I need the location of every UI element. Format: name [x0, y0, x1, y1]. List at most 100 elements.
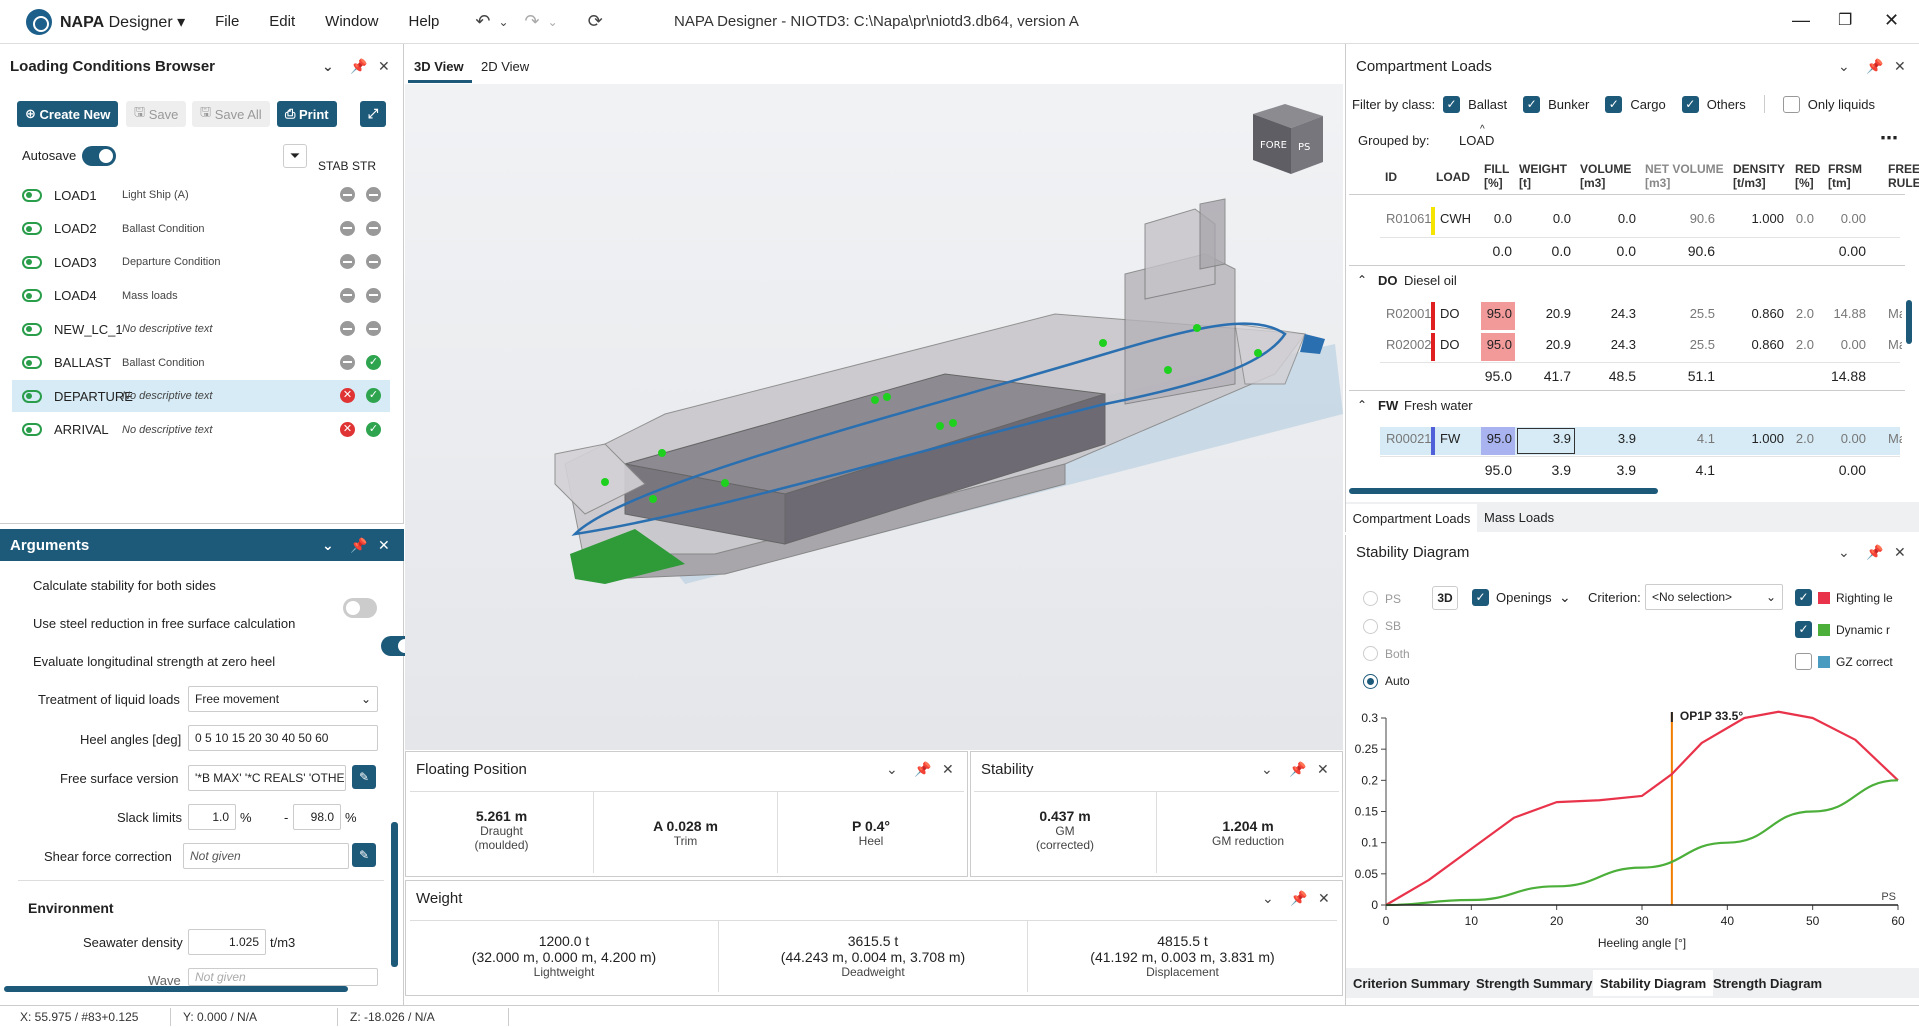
close-icon[interactable]: ✕ — [378, 58, 390, 75]
ship-3d-model[interactable]: FORE PS — [405, 84, 1343, 750]
undo-dropdown-icon[interactable]: ⌄ — [498, 15, 508, 29]
pin-icon[interactable]: 📌 — [1290, 890, 1307, 907]
restore-icon[interactable]: ❐ — [1838, 10, 1852, 30]
tab-mass-loads[interactable]: Mass Loads — [1484, 510, 1554, 525]
undo-icon[interactable]: ↶ — [475, 11, 490, 32]
filter-ballast-checkbox[interactable]: ✓ — [1443, 95, 1461, 113]
free-surface-input[interactable]: '*B MAX' '*C REALS' 'OTHEI — [188, 765, 346, 791]
tab-3d-view[interactable]: 3D View — [414, 59, 464, 74]
collapse-icon[interactable]: ⌄ — [1262, 890, 1274, 907]
h-scrollbar[interactable] — [4, 986, 348, 992]
collapse-icon[interactable]: ⌄ — [1838, 58, 1850, 75]
tab-2d-view[interactable]: 2D View — [481, 59, 529, 74]
expand-icon[interactable]: ⤢ — [360, 101, 386, 127]
filter-bunker-checkbox[interactable]: ✓ — [1523, 95, 1541, 113]
seawater-input[interactable]: 1.025 — [188, 929, 266, 955]
tab-criterion-summary[interactable]: Criterion Summary — [1346, 970, 1477, 996]
radio-sb[interactable]: SB — [1363, 618, 1401, 634]
liquid-loads-select[interactable]: Free movement ⌄ — [188, 686, 378, 712]
save-button[interactable]: 🖫 Save — [126, 101, 187, 127]
edit-pencil-icon[interactable]: ✎ — [352, 765, 376, 789]
legend-checkbox[interactable] — [1795, 653, 1812, 670]
create-new-button[interactable]: ⊕ Create New — [17, 101, 119, 127]
slack-min-input[interactable]: 1.0 — [188, 804, 236, 830]
shear-input[interactable]: Not given — [183, 843, 349, 869]
calc-both-sides-toggle[interactable] — [343, 598, 377, 618]
column-header[interactable]: FILL [%] — [1484, 162, 1509, 190]
radio-circle-icon[interactable] — [1363, 591, 1378, 606]
print-button[interactable]: ⎙ Print — [277, 101, 337, 127]
filter-icon[interactable]: ⏷ — [283, 144, 307, 168]
chevron-up-icon[interactable]: ⌃ — [1357, 398, 1367, 412]
openings-checkbox[interactable]: ✓ — [1472, 589, 1489, 606]
pin-icon[interactable]: 📌 — [1289, 761, 1306, 778]
save-all-button[interactable]: 🖫 Save All — [192, 101, 270, 127]
openings-toggle[interactable]: ✓ Openings — [1472, 589, 1552, 606]
list-item[interactable]: BALLAST Ballast Condition — [12, 347, 390, 379]
column-header[interactable]: ID — [1385, 170, 1397, 184]
column-header[interactable]: WEIGHT [t] — [1519, 162, 1567, 190]
menu-file[interactable]: File — [215, 13, 239, 30]
close-icon[interactable]: ✕ — [378, 537, 390, 554]
chevron-up-icon[interactable]: ⌃ — [1357, 273, 1367, 287]
stability-chart[interactable]: 0 10 20 30 40 50 60 0 0.05 0.1 0.15 0.2 0.25 0.3 Heeli… — [1348, 700, 1918, 962]
list-item[interactable]: NEW_LC_1 No descriptive text — [12, 313, 390, 345]
minimize-icon[interactable]: — — [1792, 10, 1810, 31]
condition-active-toggle[interactable] — [22, 423, 42, 436]
grouped-value[interactable]: LOAD — [1459, 133, 1494, 148]
radio-auto[interactable]: Auto — [1363, 673, 1410, 689]
close-icon[interactable]: ✕ — [1318, 890, 1330, 907]
refresh-icon[interactable]: ⟳ — [588, 11, 603, 32]
pin-icon[interactable]: 📌 — [914, 761, 931, 778]
collapse-icon[interactable]: ⌄ — [1838, 544, 1850, 561]
menu-window[interactable]: Window — [325, 13, 378, 30]
chevron-down-icon[interactable]: ⌄ — [1559, 589, 1571, 606]
heel-angles-input[interactable]: 0 5 10 15 20 30 40 50 60 — [188, 725, 378, 751]
column-header[interactable]: FRSM [tm] — [1828, 162, 1862, 190]
tab-strength-summary[interactable]: Strength Summary — [1469, 970, 1599, 996]
pin-icon[interactable]: 📌 — [350, 537, 367, 554]
autosave-toggle[interactable] — [82, 146, 116, 166]
legend-checkbox[interactable]: ✓ — [1795, 589, 1812, 606]
more-icon[interactable]: ⋯ — [1880, 128, 1898, 149]
list-item[interactable]: LOAD3 Departure Condition — [12, 246, 390, 278]
filter-cargo-checkbox[interactable]: ✓ — [1605, 95, 1623, 113]
3d-button[interactable]: 3D — [1432, 586, 1458, 610]
column-header[interactable]: NET VOLUME [m3] — [1645, 162, 1724, 190]
radio-circle-icon[interactable] — [1363, 618, 1378, 634]
legend-item[interactable]: ✓ Dynamic r — [1795, 621, 1913, 638]
condition-active-toggle[interactable] — [22, 222, 42, 235]
legend-checkbox[interactable]: ✓ — [1795, 621, 1812, 638]
close-icon[interactable]: ✕ — [1317, 761, 1329, 778]
column-header[interactable]: RED [%] — [1795, 162, 1820, 190]
edit-pencil-icon[interactable]: ✎ — [352, 843, 376, 867]
filter-others-checkbox[interactable]: ✓ — [1681, 95, 1699, 113]
legend-item[interactable]: ✓ Righting le — [1795, 589, 1913, 606]
only-liquids-checkbox[interactable] — [1782, 95, 1800, 113]
wave-input[interactable]: Not given — [188, 968, 378, 986]
list-item[interactable]: DEPARTURE No descriptive text — [12, 380, 390, 412]
column-header[interactable]: LOAD — [1436, 170, 1470, 184]
list-item[interactable]: LOAD4 Mass loads — [12, 280, 390, 312]
scrollbar[interactable] — [391, 822, 398, 967]
condition-active-toggle[interactable] — [22, 255, 42, 269]
view-cube-icon[interactable]: FORE PS — [1253, 104, 1323, 174]
app-name[interactable]: NAPA Designer ▾ — [60, 12, 185, 32]
collapse-icon[interactable]: ⌄ — [886, 761, 898, 778]
v-scrollbar[interactable] — [1906, 300, 1912, 344]
tab-stability-diagram[interactable]: Stability Diagram — [1593, 970, 1714, 996]
pin-icon[interactable]: 📌 — [350, 58, 367, 75]
condition-active-toggle[interactable] — [22, 389, 42, 403]
tab-strength-diagram[interactable]: Strength Diagram — [1706, 970, 1829, 996]
close-window-icon[interactable]: ✕ — [1884, 10, 1899, 31]
close-icon[interactable]: ✕ — [1894, 58, 1906, 75]
collapse-icon[interactable]: ⌄ — [1261, 761, 1273, 778]
pin-icon[interactable]: 📌 — [1866, 58, 1883, 75]
radio-both[interactable]: Both — [1363, 646, 1410, 661]
radio-circle-icon[interactable] — [1363, 646, 1378, 661]
collapse-icon[interactable]: ⌄ — [322, 537, 334, 554]
column-header[interactable]: DENSITY [t/m3] — [1733, 162, 1785, 190]
condition-active-toggle[interactable] — [22, 356, 42, 369]
column-header[interactable]: FREE RULE — [1888, 162, 1919, 190]
list-item[interactable]: LOAD2 Ballast Condition — [12, 213, 390, 245]
